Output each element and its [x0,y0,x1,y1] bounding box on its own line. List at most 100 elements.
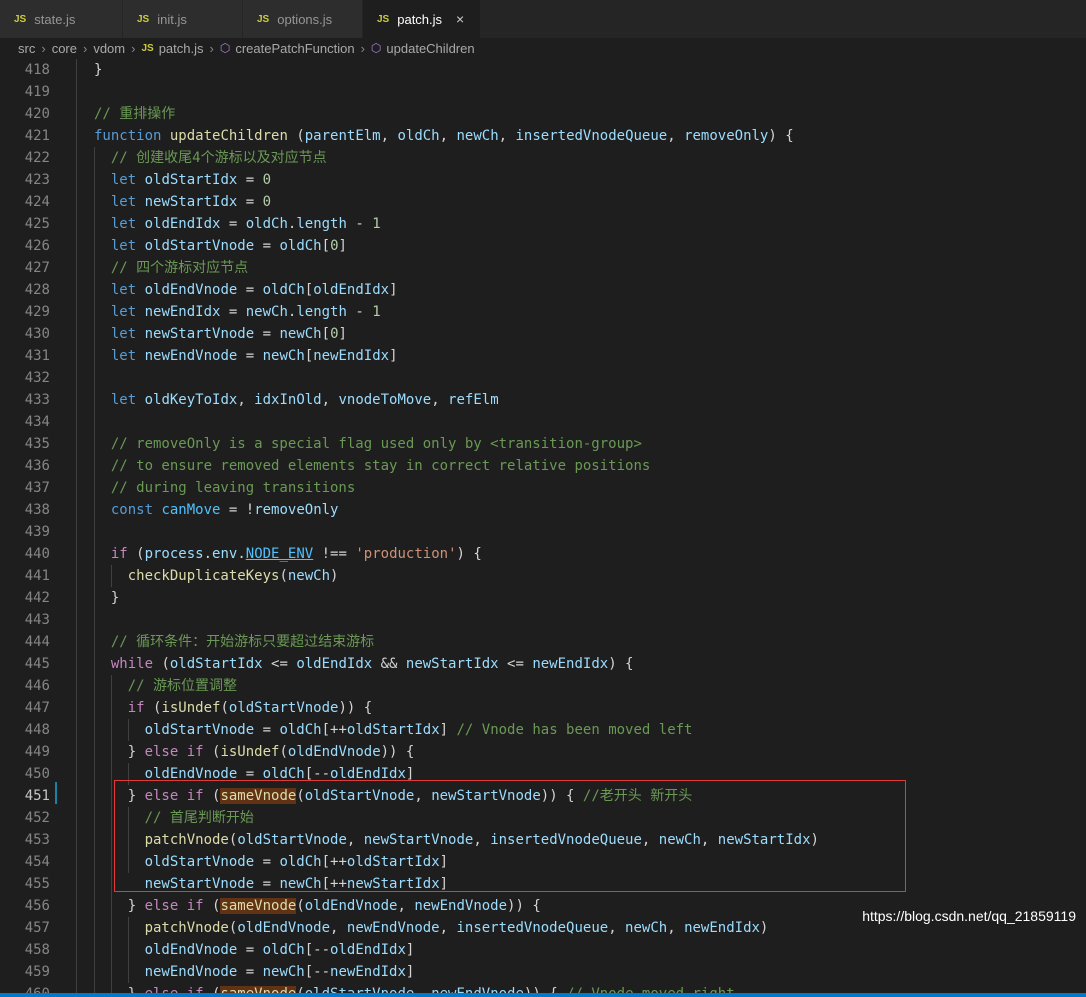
code-line[interactable]: 441 checkDuplicateKeys(newCh) [0,565,1086,587]
code-line[interactable]: 432 [0,367,1086,389]
code-line[interactable]: 435 // removeOnly is a special flag used… [0,433,1086,455]
code-line[interactable]: 446 // 游标位置调整 [0,675,1086,697]
code-line[interactable]: 436 // to ensure removed elements stay i… [0,455,1086,477]
code-line[interactable]: 419 [0,81,1086,103]
code-text: let oldStartVnode = oldCh[0] [110,238,347,254]
code-line[interactable]: 429 let newEndIdx = newCh.length - 1 [0,301,1086,323]
line-number: 454 [24,854,50,870]
code-line[interactable]: 425 let oldEndIdx = oldCh.length - 1 [0,213,1086,235]
watermark-text: https://blog.csdn.net/qq_21859119 [862,908,1076,924]
code-line[interactable]: 423 let oldStartIdx = 0 [0,169,1086,191]
code-line[interactable]: 447 if (isUndef(oldStartVnode)) { [0,697,1086,719]
code-text: let oldStartIdx = 0 [110,172,272,188]
code-line[interactable]: 439 [0,521,1086,543]
code-text: while (oldStartIdx <= oldEndIdx && newSt… [110,656,634,672]
chevron-right-icon: › [82,40,88,56]
line-number: 453 [24,832,50,848]
breadcrumb-symbol-createpatchfunction[interactable]: createPatchFunction [235,41,354,56]
line-number: 459 [24,964,50,980]
code-line[interactable]: 430 let newStartVnode = newCh[0] [0,323,1086,345]
code-text: oldStartVnode = oldCh[++oldStartIdx] // … [144,722,693,738]
line-number: 428 [24,282,50,298]
breadcrumb-item-core[interactable]: core [52,41,77,56]
line-number: 457 [24,920,50,936]
chevron-right-icon: › [131,40,136,56]
javascript-file-icon: JS [377,13,390,25]
cube-icon: ⬡ [219,41,231,55]
code-line[interactable]: 460 } else if (sameVnode(oldStartVnode, … [0,983,1086,993]
tab-options-js[interactable]: JS options.js [243,0,363,38]
code-text: // during leaving transitions [110,480,356,496]
code-line[interactable]: 418} [0,59,1086,81]
code-text: let newStartVnode = newCh[0] [110,326,347,342]
code-line[interactable]: 422 // 创建收尾4个游标以及对应节点 [0,147,1086,169]
close-icon[interactable]: × [456,11,464,27]
breadcrumb-item-src[interactable]: src [18,41,35,56]
code-text: let newStartIdx = 0 [110,194,272,210]
breadcrumb: src › core › vdom › JS patch.js › ⬡ crea… [0,38,1086,58]
code-line[interactable]: 434 [0,411,1086,433]
code-text: oldEndVnode = oldCh[--oldEndIdx] [144,942,415,958]
line-number: 433 [24,392,50,408]
code-text: function updateChildren (parentElm, oldC… [94,128,794,144]
code-line[interactable]: 442 } [0,587,1086,609]
tab-state-js[interactable]: JS state.js [0,0,123,38]
tab-label: options.js [277,11,333,27]
code-line[interactable]: 428 let oldEndVnode = oldCh[oldEndIdx] [0,279,1086,301]
chevron-right-icon: › [41,40,46,56]
code-line[interactable]: 440 if (process.env.NODE_ENV !== 'produc… [0,543,1086,565]
line-number: 436 [24,458,50,474]
code-line[interactable]: 438 const canMove = !removeOnly [0,499,1086,521]
code-text: let newEndIdx = newCh.length - 1 [110,304,381,320]
code-text: let newEndVnode = newCh[newEndIdx] [110,348,398,364]
breadcrumb-item-vdom[interactable]: vdom [93,41,125,56]
line-number: 429 [24,304,50,320]
code-line[interactable]: 421 function updateChildren (parentElm, o… [0,125,1086,147]
code-line[interactable]: 444 // 循环条件：开始游标只要超过结束游标 [0,631,1086,653]
code-line[interactable]: 433 let oldKeyToIdx, idxInOld, vnodeToMo… [0,389,1086,411]
chevron-right-icon: › [209,40,214,56]
code-line[interactable]: 431 let newEndVnode = newCh[newEndIdx] [0,345,1086,367]
line-number: 430 [24,326,50,342]
code-text: } else if (isUndef(oldEndVnode)) { [94,744,415,760]
editor-tab-bar: JS state.js JS init.js JS options.js JS … [0,0,1086,38]
code-text: const canMove = !removeOnly [110,502,339,518]
line-number: 447 [24,700,50,716]
code-text: } [94,590,120,606]
highlight-box [114,780,906,892]
line-number: 444 [24,634,50,650]
code-text: // to ensure removed elements stay in co… [110,458,651,474]
code-line[interactable]: 459 newEndVnode = newCh[--newEndIdx] [0,961,1086,983]
code-line[interactable]: 448 oldStartVnode = oldCh[++oldStartIdx]… [0,719,1086,741]
code-editor[interactable]: 418} 419 420 // 重排操作 421 function updateChild… [0,59,1086,993]
breadcrumb-item-file[interactable]: patch.js [159,41,204,56]
tab-init-js[interactable]: JS init.js [123,0,243,38]
line-number: 441 [24,568,50,584]
tab-label: patch.js [397,11,443,27]
code-text: if (isUndef(oldStartVnode)) { [127,700,373,716]
code-text: patchVnode(oldEndVnode, newEndVnode, ins… [144,920,769,936]
code-line[interactable]: 427 // 四个游标对应节点 [0,257,1086,279]
code-line[interactable]: 445 while (oldStartIdx <= oldEndIdx && n… [0,653,1086,675]
code-line[interactable]: 449 } else if (isUndef(oldEndVnode)) { [0,741,1086,763]
line-number: 449 [24,744,50,760]
code-line[interactable]: 424 let newStartIdx = 0 [0,191,1086,213]
chevron-right-icon: › [360,40,365,56]
code-text: // 重排操作 [94,106,176,122]
code-line[interactable]: 443 [0,609,1086,631]
javascript-file-icon: JS [137,13,150,25]
line-number: 437 [24,480,50,496]
code-line[interactable]: 437 // during leaving transitions [0,477,1086,499]
line-number: 443 [24,612,50,628]
breadcrumb-symbol-updatechildren[interactable]: updateChildren [386,41,474,56]
code-text: } else if (sameVnode(oldStartVnode, newE… [94,983,735,993]
code-line[interactable]: 458 oldEndVnode = oldCh[--oldEndIdx] [0,939,1086,961]
tab-patch-js[interactable]: JS patch.js × [363,0,481,38]
line-number: 452 [24,810,50,826]
line-number: 442 [24,590,50,606]
code-text: // removeOnly is a special flag used onl… [110,436,642,452]
code-line[interactable]: 426 let oldStartVnode = oldCh[0] [0,235,1086,257]
tab-label: init.js [157,11,187,27]
code-text: checkDuplicateKeys(newCh) [127,568,339,584]
code-line[interactable]: 420 // 重排操作 [0,103,1086,125]
